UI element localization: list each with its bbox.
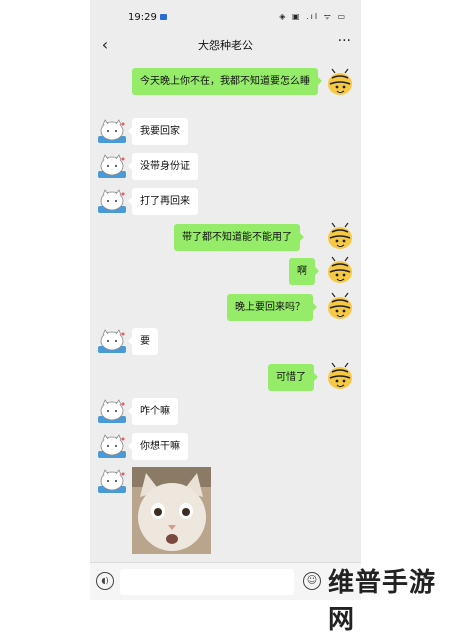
more-icon[interactable]: ···	[338, 33, 351, 49]
message-bubble[interactable]: 打了再回来	[128, 188, 198, 215]
chat-header: ‹ 大怨种老公 ···	[90, 32, 361, 60]
message-bubble[interactable]: 可惜了	[268, 364, 318, 391]
bee-avatar-icon[interactable]	[326, 222, 354, 250]
chat-screen: 19:29 ◈ ▣ .ıl ᯤ ▭ ‹ 大怨种老公 ··· 今天晚上你不在，我都…	[90, 0, 361, 600]
status-bar: 19:29 ◈ ▣ .ıl ᯤ ▭	[90, 0, 361, 32]
message-bubble[interactable]: 我要回家	[128, 118, 188, 145]
message-bubble[interactable]: 今天晚上你不在，我都不知道要怎么睡	[132, 68, 322, 95]
bee-avatar-icon[interactable]	[326, 292, 354, 320]
message-bubble[interactable]: 没带身份证	[128, 153, 198, 180]
status-time: 19:29	[128, 12, 157, 23]
cat-avatar-icon[interactable]	[98, 398, 126, 424]
message-bubble[interactable]: 咋个嘛	[128, 398, 178, 425]
bee-avatar-icon[interactable]	[326, 68, 354, 96]
emoji-icon[interactable]: ☺	[303, 572, 321, 590]
cat-avatar-icon[interactable]	[98, 468, 126, 494]
shocked-cat-photo[interactable]	[132, 467, 211, 554]
watermark-text: 维普手游网	[328, 568, 437, 635]
message-bubble[interactable]: 要	[128, 328, 158, 355]
message-bubble[interactable]: 你想干嘛	[128, 433, 188, 460]
cat-avatar-icon[interactable]	[98, 118, 126, 144]
input-bar: ◖) ☺	[90, 562, 361, 600]
bee-avatar-icon[interactable]	[326, 362, 354, 390]
message-input[interactable]	[120, 569, 294, 595]
chat-title: 大怨种老公	[198, 39, 253, 52]
notification-icon	[160, 14, 167, 20]
cat-avatar-icon[interactable]	[98, 188, 126, 214]
cat-avatar-icon[interactable]	[98, 328, 126, 354]
status-indicators: ◈ ▣ .ıl ᯤ ▭	[279, 12, 347, 21]
message-bubble[interactable]: 晚上要回来吗？	[227, 294, 317, 321]
voice-icon[interactable]: ◖)	[96, 572, 114, 590]
cat-avatar-icon[interactable]	[98, 433, 126, 459]
bee-avatar-icon[interactable]	[326, 256, 354, 284]
message-bubble[interactable]: 带了都不知道能不能用了	[174, 224, 304, 251]
message-bubble[interactable]: 啊	[289, 258, 319, 285]
cat-avatar-icon[interactable]	[98, 153, 126, 179]
